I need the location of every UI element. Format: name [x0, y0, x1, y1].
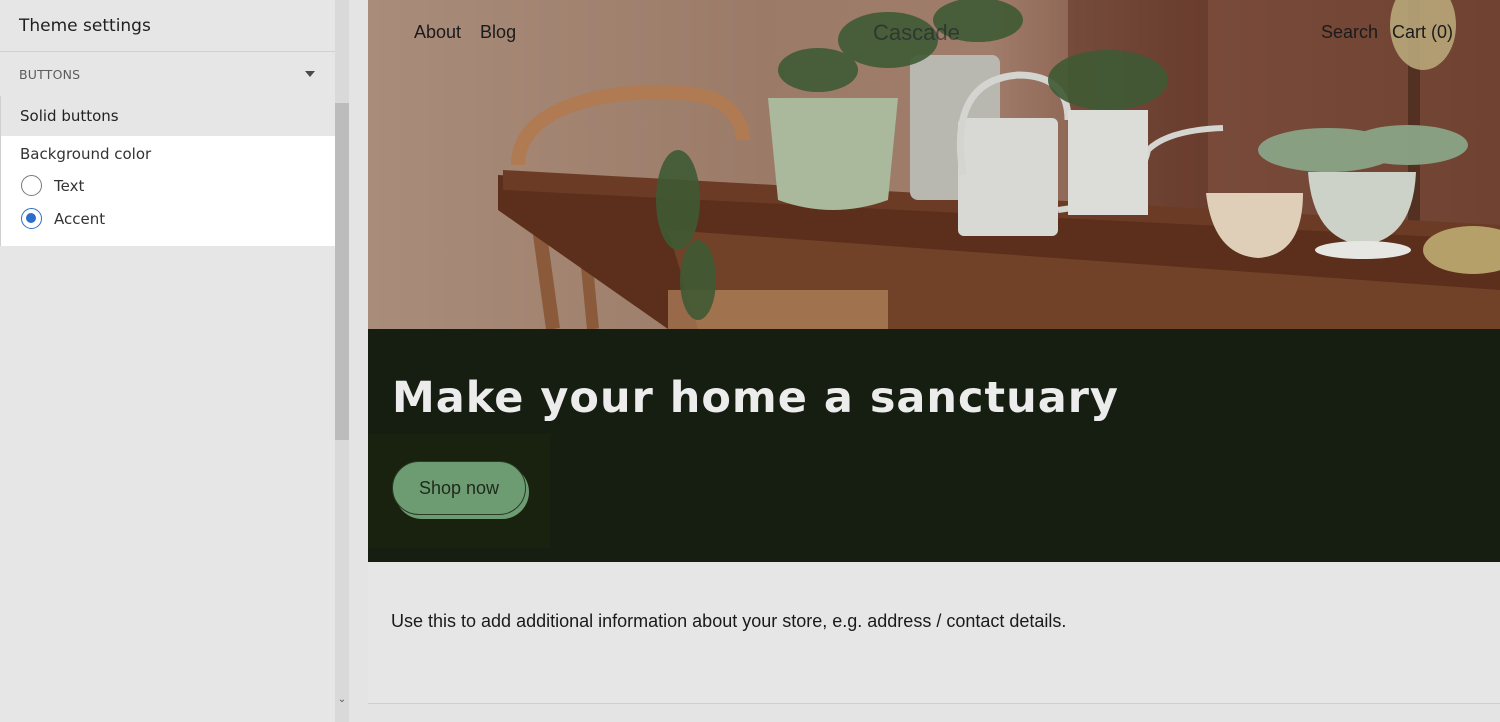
sidebar-title: Theme settings: [19, 15, 151, 36]
caret-down-icon[interactable]: [305, 71, 315, 77]
radio-checked-icon[interactable]: [21, 208, 42, 229]
sidebar-scrollbar[interactable]: ⌄: [335, 0, 349, 722]
subsection-label: Solid buttons: [20, 107, 119, 125]
nav-link-about[interactable]: About: [414, 22, 461, 43]
store-preview: About Blog Cascade Search Cart (0) Make …: [368, 0, 1500, 704]
nav-right: Search Cart (0): [1321, 22, 1453, 43]
radio-label: Text: [54, 176, 85, 195]
nav-left: About Blog: [414, 22, 516, 43]
background-color-panel: Background color Text Accent: [0, 136, 335, 246]
banner-headline: Make your home a sanctuary: [392, 373, 1119, 423]
hero-illustration: [498, 0, 1500, 329]
sidebar-header: Theme settings: [0, 0, 335, 52]
theme-settings-sidebar: Theme settings BUTTONS Solid buttons Bac…: [0, 0, 335, 722]
radio-option-accent[interactable]: Accent: [20, 202, 335, 235]
button-highlight-area: Shop now: [368, 434, 550, 548]
store-logo[interactable]: Cascade: [873, 20, 960, 46]
promo-banner: Make your home a sanctuary Shop now: [368, 329, 1500, 562]
radio-label: Accent: [54, 209, 106, 228]
shop-now-button[interactable]: Shop now: [392, 461, 526, 515]
nav-link-search[interactable]: Search: [1321, 22, 1378, 43]
nav-link-cart[interactable]: Cart (0): [1392, 22, 1453, 43]
section-buttons-toggle[interactable]: BUTTONS: [0, 52, 335, 96]
scrollbar-thumb[interactable]: [335, 103, 349, 440]
store-info-text: Use this to add additional information a…: [391, 611, 1067, 631]
nav-link-blog[interactable]: Blog: [480, 22, 516, 43]
chevron-down-icon[interactable]: ⌄: [335, 692, 349, 708]
hero-image: About Blog Cascade Search Cart (0): [368, 0, 1500, 329]
radio-option-text[interactable]: Text: [20, 169, 335, 202]
subsection-solid-buttons: Solid buttons: [0, 96, 335, 136]
section-label: BUTTONS: [19, 66, 81, 82]
field-label: Background color: [20, 145, 152, 163]
radio-unchecked-icon[interactable]: [21, 175, 42, 196]
